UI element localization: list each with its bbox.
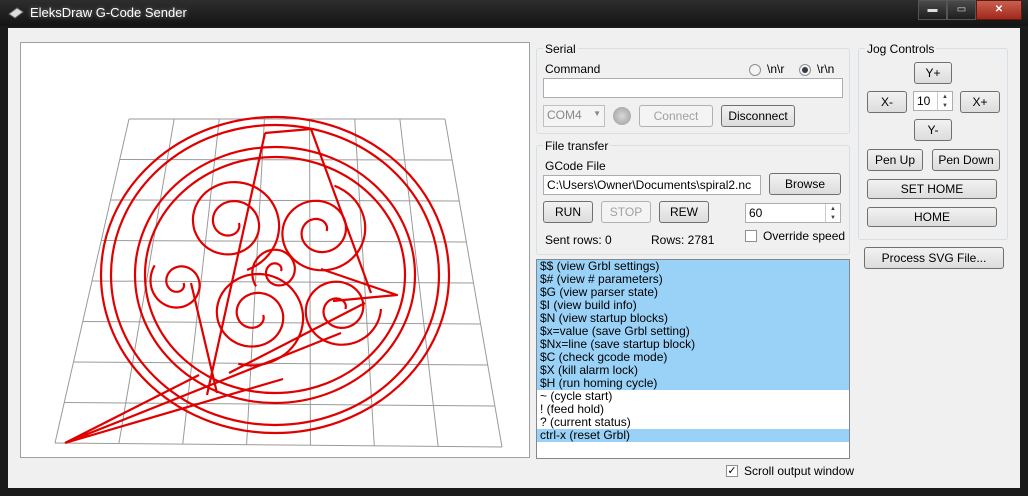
scroll-output-checkbox[interactable]: ✓ [726,465,738,477]
pen-down-button[interactable]: Pen Down [932,149,1000,171]
serial-group-label: Serial [543,42,578,56]
chevron-down-icon: ▼ [593,109,601,118]
connect-button[interactable]: Connect [639,105,713,127]
maximize-button[interactable]: ▭ [947,0,976,20]
sent-rows-status: Sent rows: 0 [545,233,612,247]
process-svg-button[interactable]: Process SVG File... [864,247,1004,269]
spin-down-icon[interactable]: ▼ [826,213,840,222]
jog-step-value: 10 [917,94,931,108]
jog-controls-group: Jog Controls Y+ X- 10 ▲ ▼ X+ Y- Pen Up P… [858,42,1008,240]
drawing-preview[interactable] [20,42,530,458]
refresh-ports-icon[interactable] [613,107,631,125]
port-value: COM4 [547,108,582,122]
pen-up-button[interactable]: Pen Up [867,149,923,171]
run-button[interactable]: RUN [543,201,593,223]
toolpath-canvas [54,115,503,448]
total-rows-status: Rows: 2781 [651,233,715,247]
output-line[interactable]: ctrl-x (reset Grbl) [537,429,849,442]
close-button[interactable]: ✕ [976,0,1022,20]
stop-button[interactable]: STOP [601,201,651,223]
jog-y-minus-button[interactable]: Y- [914,119,952,141]
jog-controls-label: Jog Controls [865,42,937,56]
title-bar[interactable]: EleksDraw G-Code Sender ▬ ▭ ✕ [0,0,1028,26]
jog-y-plus-button[interactable]: Y+ [914,62,952,84]
speed-value: 60 [749,206,763,220]
speed-spinner[interactable]: ▲ ▼ [825,204,840,222]
line-ending-nr-label: \n\r [767,62,785,76]
window-title: EleksDraw G-Code Sender [30,5,187,20]
gcode-file-path[interactable]: C:\Users\Owner\Documents\spiral2.nc [543,175,761,195]
command-input[interactable] [543,78,843,98]
browse-button[interactable]: Browse [769,173,841,195]
spin-up-icon[interactable]: ▲ [938,92,952,101]
gcode-file-label: GCode File [545,159,606,173]
home-button[interactable]: HOME [867,207,997,227]
line-ending-nr-radio[interactable] [749,64,761,76]
port-select[interactable]: COM4 ▼ [543,105,605,127]
file-transfer-group: File transfer GCode File C:\Users\Owner\… [536,139,850,255]
jog-x-plus-button[interactable]: X+ [960,91,1000,113]
client-area: Serial Command \n\r \r\n COM4 ▼ Connect … [8,28,1020,488]
override-speed-checkbox[interactable] [745,230,757,242]
jog-x-minus-button[interactable]: X- [867,91,907,113]
app-icon [8,7,24,19]
spin-down-icon[interactable]: ▼ [938,101,952,110]
spin-up-icon[interactable]: ▲ [826,204,840,213]
line-ending-rn-radio[interactable] [799,64,811,76]
override-speed-label: Override speed [763,229,846,243]
perspective-grid [54,118,503,448]
scroll-output-label: Scroll output window [744,464,855,478]
file-transfer-group-label: File transfer [543,139,611,153]
minimize-button[interactable]: ▬ [918,0,947,20]
output-list[interactable]: $$ (view Grbl settings) $# (view # parame… [536,259,850,459]
toolpath [64,115,451,445]
jog-step-spinner[interactable]: ▲ ▼ [937,92,952,110]
command-label: Command [545,62,601,76]
app-window: EleksDraw G-Code Sender ▬ ▭ ✕ Serial Com… [0,0,1028,496]
line-ending-rn-label: \r\n [817,62,835,76]
serial-group: Serial Command \n\r \r\n COM4 ▼ Connect … [536,42,850,134]
jog-step-input[interactable]: 10 ▲ ▼ [913,91,953,111]
rewind-button[interactable]: REW [659,201,709,223]
set-home-button[interactable]: SET HOME [867,179,997,199]
speed-input[interactable]: 60 ▲ ▼ [745,203,841,223]
disconnect-button[interactable]: Disconnect [721,105,795,127]
